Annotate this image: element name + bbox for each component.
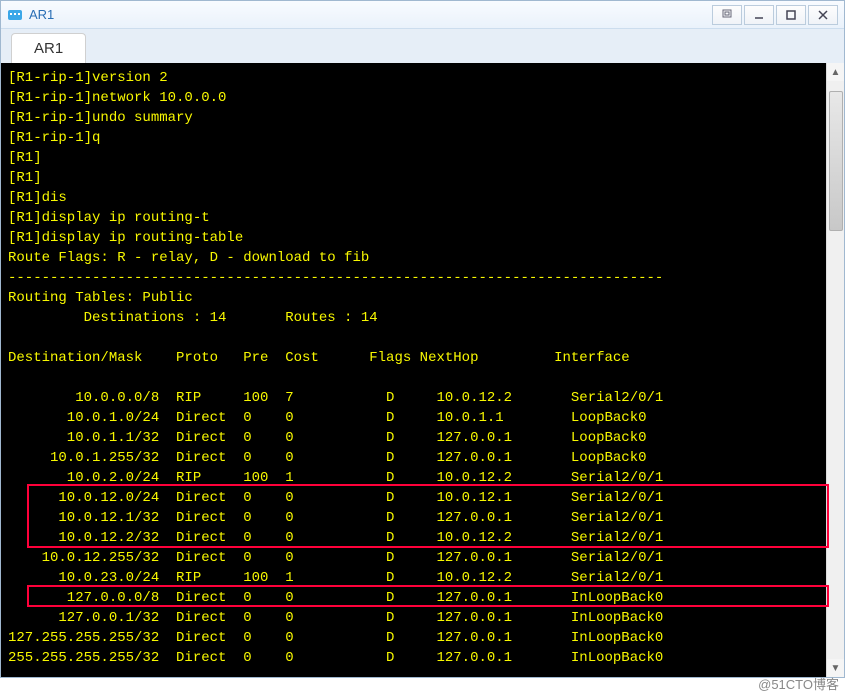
chevron-up-icon: ▲ xyxy=(831,67,841,78)
terminal-area[interactable]: [R1-rip-1]version 2 [R1-rip-1]network 10… xyxy=(1,63,844,677)
terminal-output: [R1-rip-1]version 2 [R1-rip-1]network 10… xyxy=(4,66,841,670)
chevron-down-icon: ▼ xyxy=(831,663,841,674)
close-icon xyxy=(817,9,829,21)
close-button[interactable] xyxy=(808,5,838,25)
window-title: AR1 xyxy=(29,7,710,22)
maximize-icon xyxy=(785,9,797,21)
scrollbar[interactable]: ▲ ▼ xyxy=(826,63,844,677)
scroll-up-button[interactable]: ▲ xyxy=(827,63,844,81)
tab-ar1[interactable]: AR1 xyxy=(11,33,86,63)
scroll-thumb[interactable] xyxy=(829,91,843,231)
app-icon xyxy=(7,7,23,23)
minimize-icon xyxy=(753,9,765,21)
maximize-button[interactable] xyxy=(776,5,806,25)
titlebar[interactable]: AR1 xyxy=(1,1,844,29)
app-window: AR1 AR1 [R1-rip-1]version 2 [R1-rip-1]ne… xyxy=(0,0,845,678)
pin-button[interactable] xyxy=(712,5,742,25)
tab-bar: AR1 xyxy=(1,29,844,63)
window-controls xyxy=(710,5,838,25)
watermark: @51CTO博客 xyxy=(758,674,839,693)
minimize-button[interactable] xyxy=(744,5,774,25)
